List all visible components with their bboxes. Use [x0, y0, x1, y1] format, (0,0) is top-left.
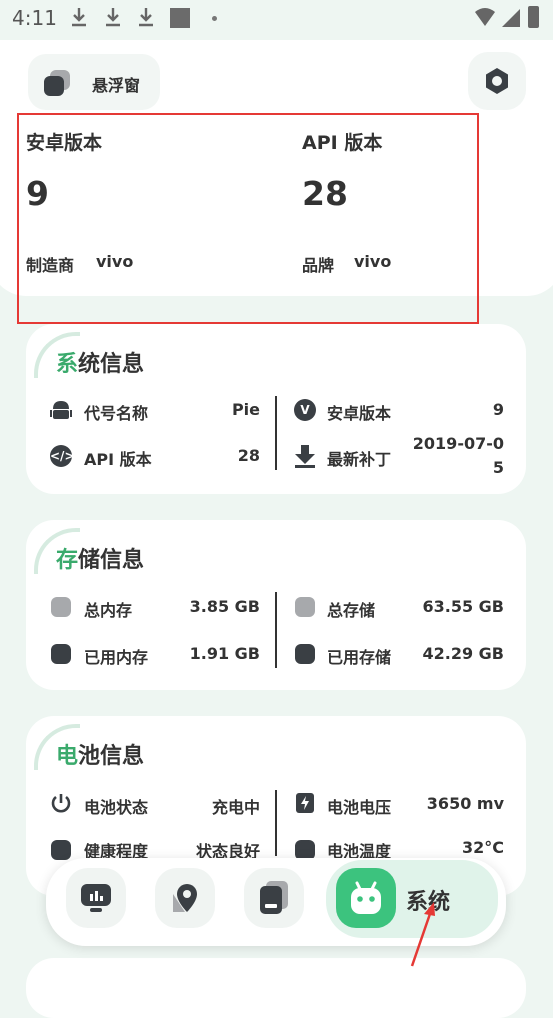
monitor-icon [81, 884, 111, 912]
total-storage-value: 63.55 GB [422, 597, 504, 616]
android-robot-icon [50, 401, 72, 419]
more-notifications-icon [212, 16, 217, 21]
status-time: 4:11 [12, 6, 57, 30]
codename-label: 代号名称 [84, 404, 149, 423]
total-memory-value: 3.85 GB [189, 597, 260, 616]
storage-info-title: 存储信息 [56, 548, 145, 573]
battery-temp-value: 32°C [461, 838, 504, 857]
patch-download-icon [295, 445, 315, 468]
codename-value: Pie [231, 400, 260, 419]
android-head-icon [351, 881, 381, 914]
api-value: 28 [237, 446, 260, 465]
float-window-icon [44, 70, 70, 96]
settings-icon [486, 68, 508, 94]
device-card-icon [260, 881, 288, 914]
used-memory-swatch [51, 644, 71, 664]
patch-label: 最新补丁 [327, 450, 392, 469]
temperature-icon [295, 840, 315, 860]
battery-voltage-label: 电池电压 [327, 798, 392, 817]
used-memory-value: 1.91 GB [189, 644, 260, 663]
battery-status-value: 充电中 [211, 798, 260, 817]
used-memory-label: 已用内存 [84, 648, 149, 667]
power-icon [51, 794, 71, 813]
patch-value-line1: 2019-07-0 [412, 434, 504, 453]
used-storage-swatch [295, 644, 315, 664]
total-storage-swatch [295, 597, 315, 617]
battery-charge-icon [296, 793, 314, 813]
column-divider [275, 790, 277, 856]
total-memory-swatch [51, 597, 71, 617]
download-icon [106, 8, 120, 27]
api-label: API 版本 [84, 450, 152, 469]
float-window-label: 悬浮窗 [92, 76, 141, 95]
battery-voltage-value: 3650 mv [426, 794, 504, 813]
column-divider [275, 592, 277, 668]
next-info-card[interactable] [26, 958, 526, 1018]
highlight-annotation-box [17, 113, 479, 324]
column-divider [275, 396, 277, 470]
download-icon [139, 8, 153, 27]
download-icon [72, 8, 86, 27]
patch-value-line2: 5 [492, 458, 504, 477]
version-v-icon: V [294, 399, 316, 421]
total-memory-label: 总内存 [84, 601, 133, 620]
battery-info-title: 电池信息 [56, 744, 145, 769]
wifi-icon [475, 8, 495, 26]
system-info-title: 系统信息 [56, 352, 145, 377]
used-storage-label: 已用存储 [327, 648, 392, 667]
health-icon [51, 840, 71, 860]
android-label: 安卓版本 [327, 404, 392, 423]
status-bar: 4:11 [0, 0, 553, 40]
android-value: 9 [492, 400, 504, 419]
code-icon: </> [50, 445, 75, 467]
notification-square-icon [170, 8, 190, 28]
used-storage-value: 42.29 GB [422, 644, 504, 663]
total-storage-label: 总存储 [327, 601, 376, 620]
location-pin-icon [173, 884, 197, 912]
signal-icon [502, 9, 520, 27]
battery-status-label: 电池状态 [84, 798, 149, 817]
annotation-arrow-icon [410, 902, 435, 967]
battery-icon [528, 6, 539, 28]
